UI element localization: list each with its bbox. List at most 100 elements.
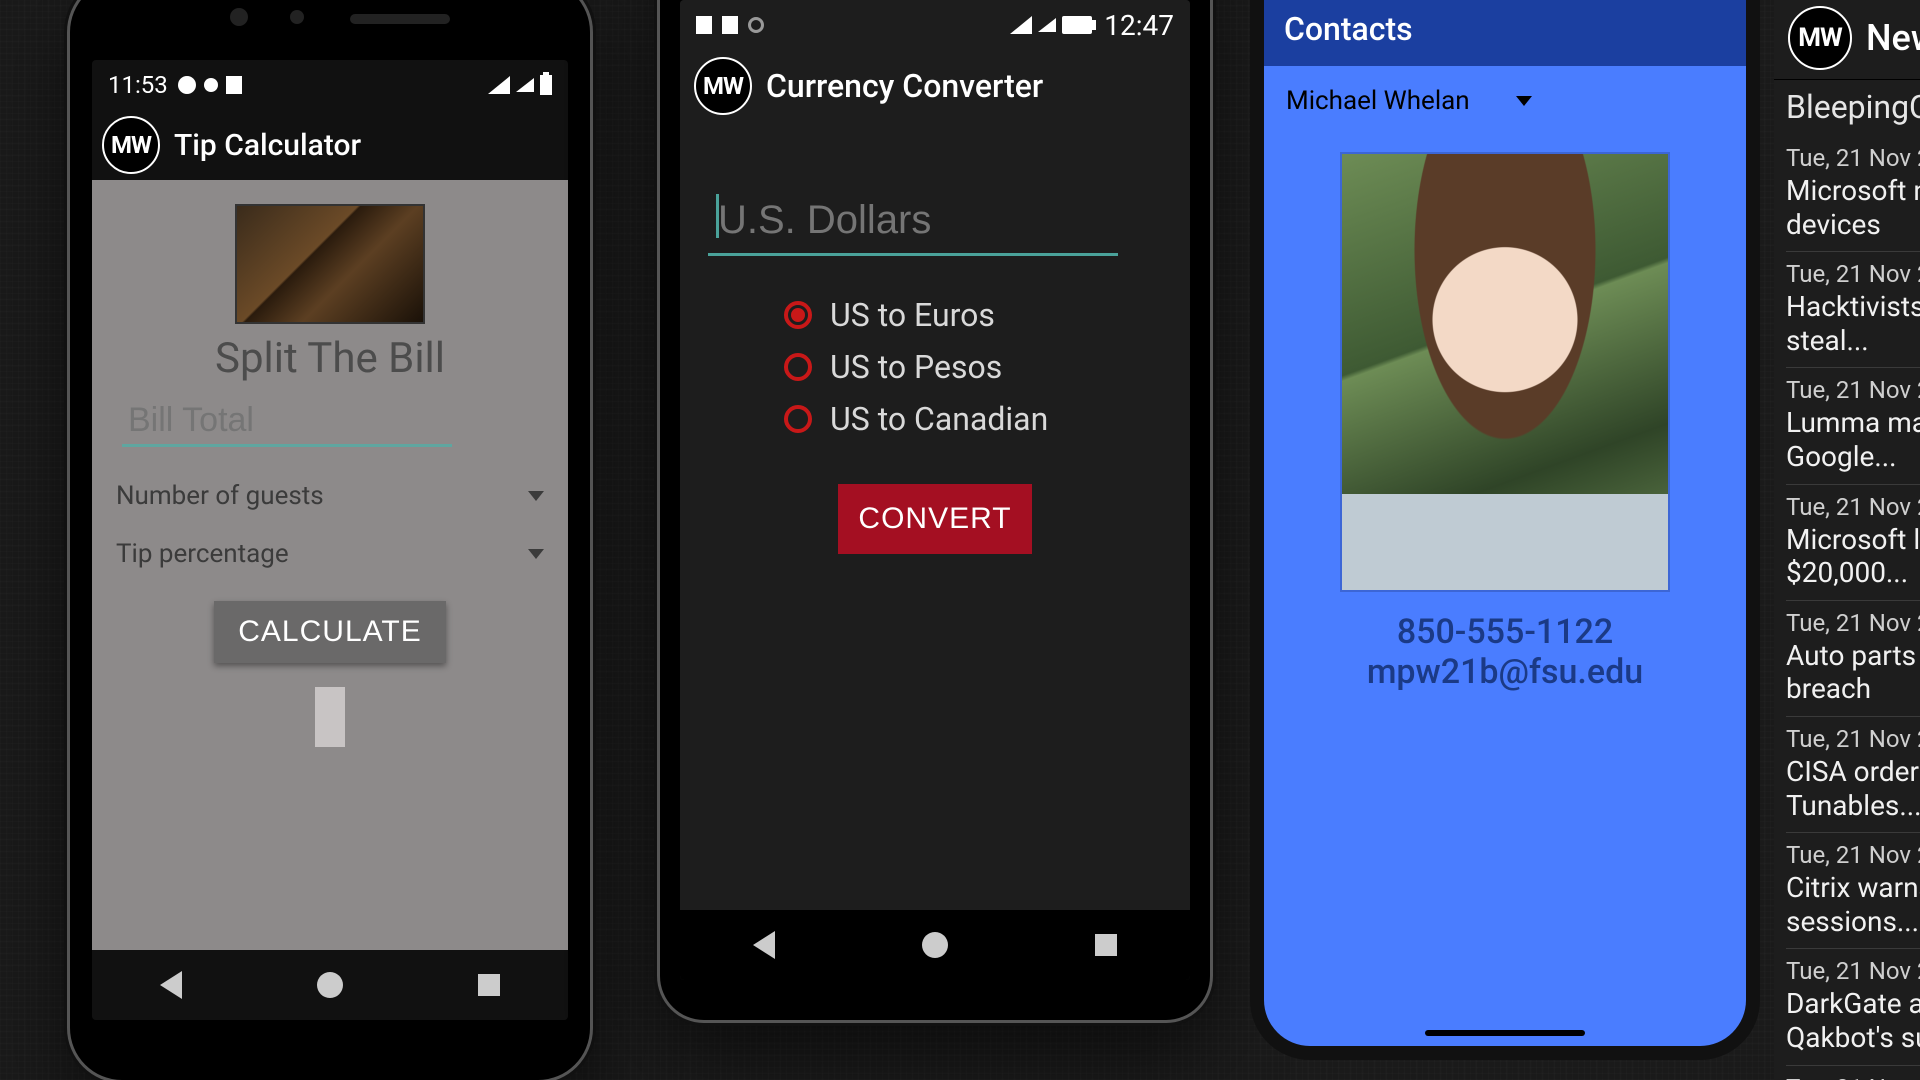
app-title: Tip Calculator — [174, 128, 361, 163]
battery-icon — [1062, 16, 1092, 34]
guests-label: Number of guests — [116, 481, 324, 511]
app-bar: MW New — [1774, 0, 1920, 80]
news-headline: Lumma malwar — [1786, 406, 1920, 440]
radio-unselected-icon — [784, 405, 812, 433]
news-headline: Auto parts gian — [1786, 639, 1920, 673]
contact-dropdown[interactable]: Michael Whelan — [1282, 76, 1728, 126]
news-item[interactable]: Tue, 21 Nov 2023DarkGate and PQakbot's s… — [1786, 948, 1920, 1064]
wifi-icon — [488, 76, 510, 94]
status-time: 12:47 — [1104, 9, 1174, 42]
restaurant-image — [235, 204, 425, 324]
screen: 7:25 Contacts Michael Whelan 850-555-112… — [1264, 0, 1746, 1046]
nav-home-icon[interactable] — [922, 932, 948, 958]
battery-icon — [540, 75, 552, 95]
cell-signal-icon — [1038, 18, 1056, 32]
radio-us-to-pesos[interactable]: US to Pesos — [784, 348, 1162, 386]
radio-label: US to Euros — [830, 296, 995, 334]
contact-email: mpw21b@fsu.edu — [1282, 652, 1728, 692]
news-headline: Citrix warns adr — [1786, 871, 1920, 905]
location-icon — [204, 78, 218, 92]
radio-unselected-icon — [784, 353, 812, 381]
phone-news-reader: MW New BleepingCom Tue, 21 Nov 2023Micro… — [1774, 0, 1920, 1080]
news-headline-cont: Google... — [1786, 440, 1920, 474]
settings-icon — [178, 76, 196, 94]
app-bar: MW Tip Calculator — [92, 110, 568, 180]
converter-content: US to Euros US to Pesos US to Canadian C… — [680, 122, 1190, 910]
tip-content: Split The Bill Number of guests Tip perc… — [92, 180, 568, 950]
news-headline-cont: devices — [1786, 208, 1920, 242]
selected-contact: Michael Whelan — [1286, 86, 1470, 116]
app-bar: Contacts — [1264, 0, 1746, 66]
news-headline-cont: sessions... — [1786, 905, 1920, 939]
chevron-down-icon — [528, 549, 544, 559]
news-feed[interactable]: Tue, 21 Nov 2023Microsoft now rdevicesTu… — [1774, 136, 1920, 1080]
nav-recent-icon[interactable] — [478, 974, 500, 996]
notification-icon — [696, 16, 712, 34]
news-headline-cont: $20,000... — [1786, 556, 1920, 590]
news-date: Tue, 21 Nov 2023 — [1786, 144, 1920, 172]
news-item[interactable]: Tue, 21 Nov 2023Citrix warns adrsessions… — [1786, 832, 1920, 948]
nav-back-icon[interactable] — [753, 931, 775, 959]
news-headline: CISA orders fed — [1786, 755, 1920, 789]
news-item[interactable]: Tue, 21 Nov 2023Auto parts gianbreach — [1786, 600, 1920, 716]
app-bar: MW Currency Converter — [680, 50, 1190, 122]
news-date: Tue, 21 Nov 2023 — [1786, 957, 1920, 985]
screen: 11:53 MW Tip Calculator Split The Bill N… — [92, 60, 568, 1020]
tip-dropdown[interactable]: Tip percentage — [110, 525, 550, 583]
nav-recent-icon[interactable] — [1095, 934, 1117, 956]
sync-icon — [748, 17, 764, 33]
news-date: Tue, 21 Nov 2023 — [1786, 841, 1920, 869]
app-title: Currency Converter — [766, 67, 1043, 105]
news-headline-cont: steal... — [1786, 324, 1920, 358]
screen: 12:47 MW Currency Converter US to Euros … — [680, 0, 1190, 980]
chevron-down-icon — [528, 491, 544, 501]
mw-logo-icon: MW — [694, 57, 752, 115]
news-date: Tue, 21 Nov 2023 — [1786, 260, 1920, 288]
android-nav-bar — [92, 950, 568, 1020]
contact-photo — [1340, 152, 1670, 592]
result-placeholder — [315, 687, 345, 747]
android-nav-bar — [680, 910, 1190, 980]
status-bar: 11:53 — [92, 60, 568, 110]
news-date: Tue, 21 Nov 2023 — [1786, 376, 1920, 404]
news-headline-cont: breach — [1786, 672, 1920, 706]
radio-us-to-canadian[interactable]: US to Canadian — [784, 400, 1162, 438]
calculate-button[interactable]: CALCULATE — [214, 601, 446, 663]
news-date: Tue, 21 Nov 2023 — [1786, 1074, 1920, 1080]
tip-label: Tip percentage — [116, 539, 289, 569]
phone-contacts: 7:25 Contacts Michael Whelan 850-555-112… — [1250, 0, 1760, 1060]
phone-tip-calculator: 11:53 MW Tip Calculator Split The Bill N… — [70, 0, 590, 1080]
news-item[interactable]: Tue, 21 Nov 2023Hacktivists breasteal... — [1786, 251, 1920, 367]
news-headline: Hacktivists brea — [1786, 290, 1920, 324]
nav-home-icon[interactable] — [317, 972, 343, 998]
mw-logo-icon: MW — [102, 116, 160, 174]
mw-logo-icon: MW — [1788, 6, 1852, 70]
news-item[interactable]: Tue, 21 Nov 2023Lumma malwarGoogle... — [1786, 367, 1920, 483]
guests-dropdown[interactable]: Number of guests — [110, 467, 550, 525]
page-heading: Split The Bill — [110, 334, 550, 383]
news-headline-cont: Tunables... — [1786, 789, 1920, 823]
radio-us-to-euros[interactable]: US to Euros — [784, 296, 1162, 334]
sensor-icon — [290, 10, 304, 24]
news-date: Tue, 21 Nov 2023 — [1786, 609, 1920, 637]
contact-phone: 850-555-1122 — [1282, 612, 1728, 652]
news-headline: DarkGate and P — [1786, 987, 1920, 1021]
nav-back-icon[interactable] — [160, 971, 182, 999]
status-time: 11:53 — [108, 71, 168, 99]
app-title: Contacts — [1284, 10, 1413, 48]
earpiece-icon — [350, 14, 450, 24]
news-item[interactable]: Tue, 21 Nov 2023CISA orders fedTunables.… — [1786, 716, 1920, 832]
news-item[interactable]: Tue, 21 Nov 2023Microsoft now rdevices — [1786, 136, 1920, 251]
feed-source: BleepingCom — [1774, 80, 1920, 136]
gesture-bar-icon[interactable] — [1425, 1030, 1585, 1036]
news-item[interactable]: Tue, 21 Nov 2023Criminal IP BecoContribu… — [1786, 1065, 1920, 1080]
contacts-content: Michael Whelan 850-555-1122 mpw21b@fsu.e… — [1264, 66, 1746, 702]
amount-input[interactable] — [708, 192, 1118, 256]
news-item[interactable]: Tue, 21 Nov 2023Microsoft launc$20,000..… — [1786, 484, 1920, 600]
news-headline-cont: Qakbot's succes — [1786, 1021, 1920, 1055]
status-bar: 12:47 — [680, 0, 1190, 50]
news-headline: Microsoft launc — [1786, 523, 1920, 557]
phone-currency-converter: 12:47 MW Currency Converter US to Euros … — [660, 0, 1210, 1020]
convert-button[interactable]: CONVERT — [838, 484, 1031, 554]
bill-total-input[interactable] — [122, 397, 452, 447]
